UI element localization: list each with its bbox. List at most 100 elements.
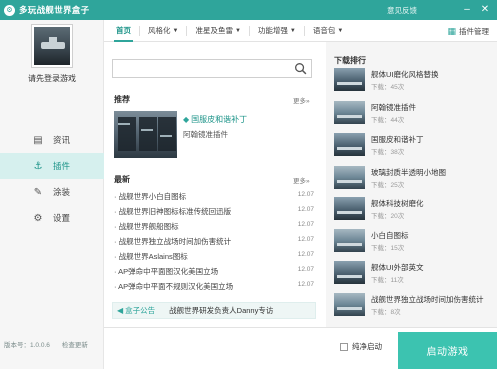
news-date: 12.07 <box>297 236 314 243</box>
anchor-icon: ⚓ <box>33 160 43 172</box>
list-item[interactable]: · AP弹命中平面图汉化美国立场 12.07 <box>114 266 314 278</box>
plugin-thumbnail <box>334 261 365 284</box>
sidebar-item-label: 插件 <box>53 161 71 171</box>
download-count: 下载：38次 <box>371 149 405 156</box>
download-count: 下载：25次 <box>371 182 405 189</box>
close-icon[interactable]: ✕ <box>478 3 492 17</box>
news-title: · AP弹命中平面不规则汉化美国立场 <box>114 282 234 291</box>
pure-start-label: 纯净启动 <box>352 342 382 351</box>
tab-voice-pack[interactable]: 语音包 ▼ <box>305 20 351 42</box>
version-label: 版本号：1.0.0.6 <box>4 342 50 349</box>
check-update-link[interactable]: 检查更新 <box>62 342 88 349</box>
plugin-thumbnail <box>334 133 365 156</box>
plugin-thumbnail <box>334 293 365 316</box>
tab-label: 语音包 <box>312 26 336 35</box>
announcement-bar: ◀ 盒子公告 战舰世界研发负责人Danny专访 <box>112 302 316 319</box>
plugin-name: 阿翰镜准插件 <box>371 103 416 112</box>
sidebar-item-label: 涂装 <box>53 187 71 197</box>
gear-icon: ⚙ <box>33 212 43 224</box>
news-date: 12.07 <box>297 191 314 198</box>
tab-label: 首页 <box>116 26 131 35</box>
search-icon[interactable] <box>294 62 307 75</box>
list-item[interactable]: 舰体UI磨化风格替换 下载：45次 <box>334 68 494 94</box>
tab-enhancements[interactable]: 功能增强 ▼ <box>250 20 304 42</box>
plugin-thumbnail <box>334 197 365 220</box>
sidebar-item-skins[interactable]: ✎ 涂装 <box>0 179 104 205</box>
featured-marker-icon: ◆ <box>183 115 190 124</box>
plugin-thumbnail <box>334 166 365 189</box>
news-title: · 战舰世界小白自图标 <box>114 192 187 201</box>
tab-home[interactable]: 首页 <box>108 20 139 42</box>
plugin-thumbnail <box>334 68 365 91</box>
download-count: 下载：8次 <box>371 309 401 316</box>
tab-label: 准星及鱼雷 <box>195 26 233 35</box>
featured-plugin-subtitle[interactable]: 阿翰镜准插件 <box>183 129 228 140</box>
tab-label: 功能增强 <box>257 26 288 35</box>
plugin-name: 舰体UI外部英文 <box>371 263 424 272</box>
search-box <box>112 59 312 78</box>
list-item[interactable]: 玻璃封质半透明小地图 下载：25次 <box>334 166 494 192</box>
news-title: · AP弹命中平面图汉化美国立场 <box>114 267 219 276</box>
plugin-thumbnail <box>334 229 365 252</box>
plugin-manager-label: 插件管理 <box>459 27 489 36</box>
download-count: 下载：11次 <box>371 277 404 284</box>
launch-game-button[interactable]: 启动游戏 <box>398 332 497 369</box>
sidebar-item-plugins[interactable]: ⚓ 插件 <box>0 153 104 179</box>
news-title: · 战舰世界Aslains图标 <box>114 252 188 261</box>
latest-more-link[interactable]: 更多» <box>293 175 310 185</box>
list-item[interactable]: 国服皮和谐补丁 下载：38次 <box>334 133 494 159</box>
news-icon: ▤ <box>33 134 43 146</box>
feedback-link[interactable]: 意见反馈 <box>387 5 417 16</box>
avatar[interactable] <box>31 24 73 68</box>
plugin-name: 小白自图标 <box>371 231 409 240</box>
checkbox-box[interactable] <box>340 342 348 351</box>
list-item[interactable]: 舰体UI外部英文 下载：11次 <box>334 261 494 287</box>
list-item[interactable]: 阿翰镜准插件 下载：44次 <box>334 101 494 127</box>
chevron-down-icon: ▼ <box>234 27 241 34</box>
list-item[interactable]: · 战舰世界舰船图标 12.07 <box>114 221 314 233</box>
sidebar-item-label: 资讯 <box>53 135 71 145</box>
avatar-image <box>34 27 70 65</box>
list-item[interactable]: 小白自图标下载：15次 <box>334 229 494 255</box>
chevron-down-icon: ▼ <box>289 27 296 34</box>
announcement-link[interactable]: 战舰世界研发负责人Danny专访 <box>169 305 273 316</box>
login-prompt[interactable]: 请先登录游戏 <box>0 73 104 84</box>
download-count: 下载：45次 <box>371 84 405 91</box>
featured-plugin-thumbnail[interactable] <box>114 111 177 158</box>
news-title: · 战舰世界独立战场时间加伤害统计 <box>114 237 232 246</box>
chevron-down-icon: ▼ <box>337 27 344 34</box>
news-date: 12.07 <box>297 266 314 273</box>
list-item[interactable]: · 战舰世界Aslains图标 12.07 <box>114 251 314 263</box>
pure-start-checkbox[interactable]: 纯净启动 <box>340 341 382 352</box>
featured-plugin-name[interactable]: ◆ 国服皮和谐补丁 <box>183 114 247 125</box>
list-item[interactable]: · 战舰世界旧神图标标准传统回迅版 12.07 <box>114 206 314 218</box>
news-date: 12.07 <box>297 221 314 228</box>
download-count: 下载：15次 <box>371 245 405 252</box>
list-item[interactable]: · 战舰世界独立战场时间加伤害统计 12.07 <box>114 236 314 248</box>
app-title: 多玩战舰世界盒子 <box>19 5 90 15</box>
list-item[interactable]: · 战舰世界小白自图标 12.07 <box>114 191 314 203</box>
speaker-icon: ◀ <box>117 306 124 315</box>
recommend-more-link[interactable]: 更多» <box>293 95 310 105</box>
plugin-thumbnail <box>334 101 365 124</box>
news-date: 12.07 <box>297 281 314 288</box>
latest-title: 最新 <box>114 175 130 184</box>
footer-divider <box>104 327 497 328</box>
search-input[interactable] <box>113 60 293 77</box>
minimize-icon[interactable]: – <box>460 3 474 17</box>
download-count: 下载：20次 <box>371 213 405 220</box>
list-item[interactable]: · AP弹命中平面不规则汉化美国立场 12.07 <box>114 281 314 293</box>
list-item[interactable]: 战舰世界独立战场时间加伤害统计 下载：8次 <box>334 293 494 319</box>
list-item[interactable]: 舰体科技树磨化 下载：20次 <box>334 197 494 223</box>
sidebar-item-label: 设置 <box>53 213 71 223</box>
news-title: · 战舰世界旧神图标标准传统回迅版 <box>114 207 232 216</box>
sidebar-item-news[interactable]: ▤ 资讯 <box>0 127 104 153</box>
title-bar: ⚙ 多玩战舰世界盒子 <box>0 0 497 20</box>
category-tabs: 首页 风格化 ▼ 准星及鱼雷 ▼ 功能增强 ▼ 语音包 ▼ ▦ 插件管理 <box>104 20 497 42</box>
plugin-manager-button[interactable]: ▦ 插件管理 <box>447 26 489 37</box>
plugin-name: 国服皮和谐补丁 <box>371 135 424 144</box>
tab-style[interactable]: 风格化 ▼ <box>140 20 186 42</box>
sidebar-item-settings[interactable]: ⚙ 设置 <box>0 205 104 231</box>
tab-label: 风格化 <box>148 26 171 35</box>
tab-crosshair-torpedo[interactable]: 准星及鱼雷 ▼ <box>187 20 248 42</box>
